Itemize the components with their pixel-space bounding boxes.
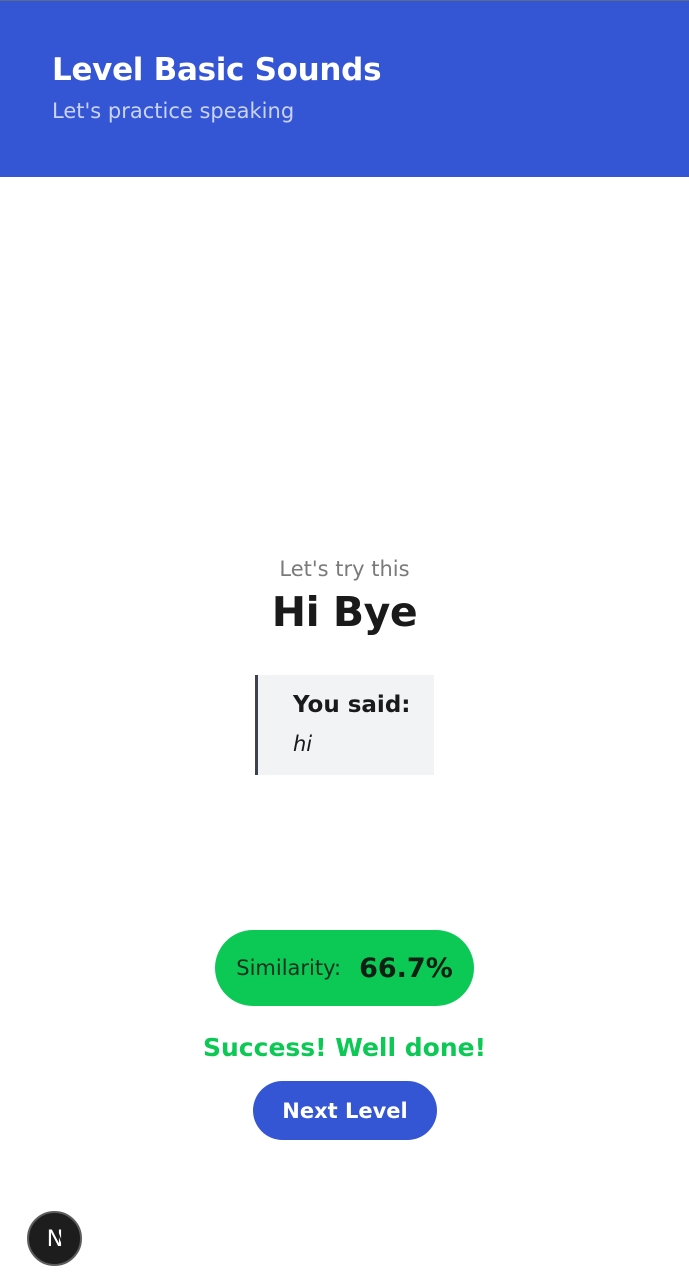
next-level-button[interactable]: Next Level [253,1081,437,1140]
target-phrase: Hi Bye [271,588,418,636]
header-bar: Level Basic Sounds Let's practice speaki… [0,0,689,177]
nextjs-logo-icon: N [46,1227,65,1252]
practice-page: Level Basic Sounds Let's practice speaki… [0,0,689,1280]
transcript-heading: You said: [293,692,411,718]
similarity-label: Similarity: [236,956,342,980]
transcript-value: hi [293,732,313,756]
nextjs-dev-badge[interactable]: N [27,1211,82,1266]
success-message: Success! Well done! [203,1033,486,1062]
similarity-badge: Similarity: 66.7% [215,930,474,1006]
prompt-label: Let's try this [279,557,410,581]
page-subtitle: Let's practice speaking [52,99,295,123]
similarity-value: 66.7% [359,952,453,984]
transcript-card: You said: hi [255,675,434,775]
page-title: Level Basic Sounds [52,52,382,88]
